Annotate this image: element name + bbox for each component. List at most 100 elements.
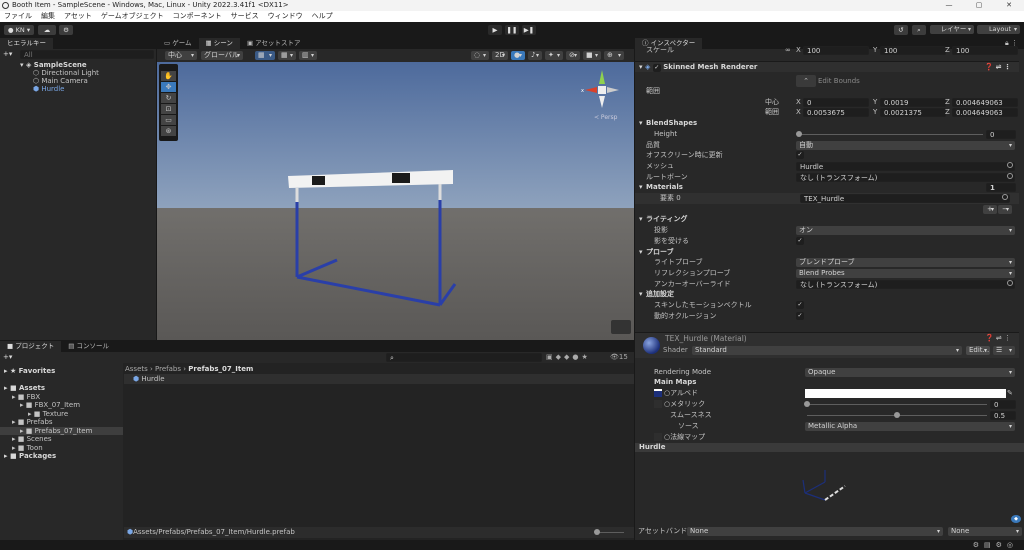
scale-tool-icon[interactable]: ⊡ [161, 104, 176, 114]
effects-dropdown[interactable]: ✦ [545, 51, 563, 60]
minimize-button[interactable]: — [934, 0, 964, 11]
metallic-field[interactable]: 0 [990, 400, 1016, 409]
step-button[interactable]: ▶❚ [522, 25, 536, 35]
foldout-arrow-icon[interactable]: ▾ [639, 289, 643, 300]
toggle-2d-button[interactable]: 2D [492, 51, 508, 60]
history-icon[interactable]: ↺ [894, 25, 908, 35]
folder-item[interactable]: ▸ ■ Assets [4, 384, 45, 392]
folder-item[interactable]: ▸ ■ Texture [28, 410, 68, 418]
tab-console[interactable]: ▤ コンソール [61, 341, 116, 352]
scene-item[interactable]: ▾ ◈ SampleScene [20, 61, 87, 69]
play-button[interactable]: ▶ [488, 25, 502, 35]
object-picker-icon[interactable] [1007, 172, 1013, 179]
scale-y-field[interactable]: 100 [880, 46, 946, 55]
preview-header[interactable]: Hurdle [635, 443, 1024, 452]
collab-icon[interactable]: ⚙ [59, 25, 73, 35]
smoothness-field[interactable]: 0.5 [990, 411, 1016, 420]
folder-item[interactable]: ▸ ■ Packages [4, 452, 56, 460]
property-checkbox[interactable]: ✓ [796, 311, 804, 320]
snap-increment-dropdown[interactable]: ▦ [278, 51, 296, 60]
object-field[interactable]: なし (トランスフォーム) [796, 279, 1015, 289]
component-enabled-checkbox[interactable]: ✓ [652, 64, 661, 72]
array-size-field[interactable]: 1 [986, 183, 1016, 193]
gizmos-dropdown[interactable]: ⊕ [604, 51, 624, 60]
property-dropdown[interactable]: ブレンドプローブ [796, 258, 1015, 268]
folder-item[interactable]: ▸ ■ Scenes [12, 435, 52, 443]
file-item-hurdle[interactable]: ⬢ Hurdle [124, 374, 634, 384]
add-button[interactable]: +▾ [3, 50, 12, 58]
folder-item[interactable]: ▸ ■ FBX [12, 393, 40, 401]
bounds-z-field[interactable]: 0.004649063 [952, 108, 1018, 118]
scene-viewport[interactable]: x ≺ Persp [157, 62, 634, 340]
overlay-menu-button[interactable] [611, 320, 631, 334]
object-field[interactable]: Hurdle [796, 161, 1015, 171]
source-dropdown[interactable]: Metallic Alpha [805, 422, 1015, 431]
object-picker-icon[interactable] [1002, 194, 1008, 200]
albedo-texture-slot[interactable] [654, 389, 662, 397]
metallic-knob[interactable] [804, 401, 810, 407]
property-dropdown[interactable]: 自動 [796, 140, 1015, 150]
remove-element-button[interactable]: − [998, 204, 1012, 214]
persp-label[interactable]: ≺ Persp [594, 114, 618, 121]
albedo-color-field[interactable] [805, 389, 1006, 398]
object-picker-icon[interactable] [1007, 161, 1013, 168]
link-icon[interactable]: ∞ [785, 45, 791, 56]
breadcrumb-prefabs[interactable]: Prefabs [155, 365, 181, 373]
tab-asset-store[interactable]: ▣ アセットストア [240, 38, 308, 49]
rect-tool-icon[interactable]: ▭ [161, 115, 176, 125]
transform-tool-icon[interactable]: ⊛ [161, 126, 176, 136]
rotate-tool-icon[interactable]: ↻ [161, 93, 176, 103]
tab-scene[interactable]: ▦ シーン [198, 38, 240, 49]
breadcrumb-assets[interactable]: Assets [125, 365, 148, 373]
grid-visibility-dropdown[interactable]: ▥ [299, 51, 317, 60]
label-tag-icon[interactable]: ◆ [1011, 515, 1021, 523]
tab-game[interactable]: ▭ ゲーム [157, 38, 199, 49]
property-checkbox[interactable]: ✓ [796, 151, 804, 160]
icon-size-knob[interactable] [594, 529, 600, 535]
folder-item[interactable]: ▸ ■ Prefabs [12, 418, 53, 426]
hierarchy-search-input[interactable]: All [20, 50, 154, 59]
menu-component[interactable]: コンポーネント [173, 11, 222, 22]
project-search-input[interactable]: ⌕ [386, 353, 542, 362]
property-dropdown[interactable]: オン [796, 226, 1015, 236]
search-icon[interactable]: ⌕ [912, 25, 926, 35]
asset-bundle-dropdown[interactable]: None [687, 527, 943, 536]
slider-knob[interactable] [796, 130, 802, 137]
bounds-y-field[interactable]: 0.0021375 [880, 108, 946, 118]
material-menu-icon[interactable]: ❓ ⇌ ⋮ [985, 334, 1011, 342]
menu-gameobject[interactable]: ゲームオブジェクト [101, 11, 164, 22]
folder-item[interactable]: ▸ ■ FBX_07_Item [20, 401, 80, 409]
account-button[interactable]: ● KN ▾ [4, 25, 34, 35]
object-field[interactable]: TEX_Hurdle [800, 194, 1010, 203]
filter-icons[interactable]: ▣◆◆●★ [546, 353, 591, 361]
smoothness-knob[interactable] [894, 412, 900, 418]
maximize-button[interactable]: ▢ [964, 0, 994, 11]
rendering-mode-dropdown[interactable]: Opaque [805, 368, 1015, 377]
slider-value-field[interactable]: 0 [986, 129, 1016, 139]
pause-button[interactable]: ❚❚ [505, 25, 519, 35]
pivot-dropdown[interactable]: 中心 [165, 51, 197, 60]
property-checkbox[interactable]: ✓ [796, 236, 804, 245]
property-slider[interactable] [799, 133, 983, 135]
folder-item[interactable]: ▸ ★ Favorites [4, 367, 55, 375]
hidden-count[interactable]: 👁15 [610, 353, 628, 361]
draw-mode-dropdown[interactable]: ◌ [471, 51, 489, 60]
breadcrumb-current[interactable]: Prefabs_07_Item [188, 365, 253, 373]
metallic-slider[interactable] [807, 404, 987, 405]
mesh-preview[interactable] [635, 452, 1024, 514]
metallic-texture-slot[interactable] [654, 400, 662, 408]
status-bar-icons[interactable]: ⚙▤⚙◎ [973, 541, 1018, 549]
asset-bundle-variant-dropdown[interactable]: None [948, 527, 1022, 536]
grid-snap-dropdown[interactable]: ▦ [255, 51, 275, 60]
hidden-objects-icon[interactable]: ⊘ [566, 51, 580, 60]
shader-dropdown[interactable]: Standard [692, 346, 962, 355]
object-field[interactable]: なし (トランスフォーム) [796, 172, 1015, 182]
object-picker-icon[interactable] [1007, 279, 1013, 286]
eyedropper-icon[interactable]: ✎ [1007, 388, 1013, 399]
normal-texture-slot[interactable] [654, 433, 662, 441]
edit-shader-button[interactable]: Edit... [966, 346, 990, 355]
cloud-icon[interactable]: ☁ [38, 25, 56, 35]
hierarchy-item-directional-light[interactable]: ⬡ Directional Light [33, 69, 99, 77]
menu-window[interactable]: ウィンドウ [268, 11, 303, 22]
foldout-arrow-icon[interactable]: ▾ [639, 247, 643, 258]
